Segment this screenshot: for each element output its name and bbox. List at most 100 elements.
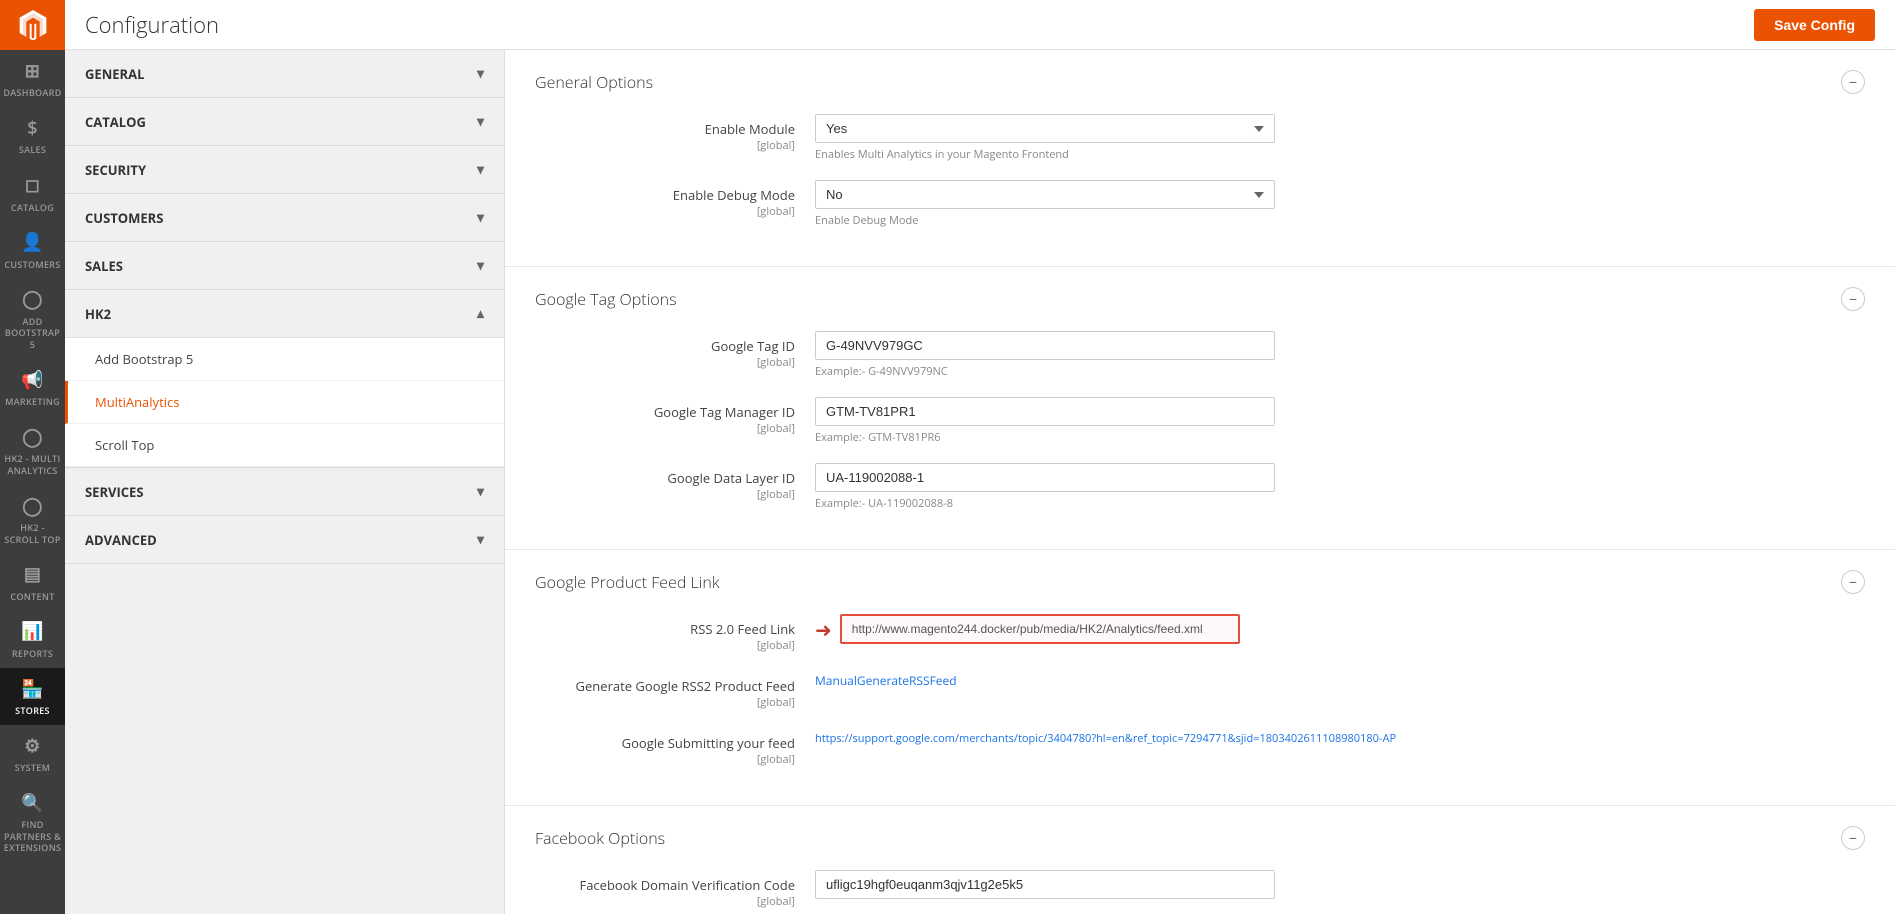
input-gtm-id[interactable] <box>815 397 1275 426</box>
sidebar-item-content[interactable]: ▤ CONTENT <box>0 553 65 610</box>
control-col-generate-rss: ManualGenerateRSSFeed <box>815 671 1865 689</box>
form-row-enable-module: Enable Module [global] Yes No Enables Mu… <box>535 114 1865 162</box>
accordion-header-advanced[interactable]: ADVANCED ▾ <box>65 516 504 563</box>
section-collapse-google-feed[interactable]: − <box>1841 570 1865 594</box>
section-title-google-feed: Google Product Feed Link <box>535 571 720 593</box>
sidebar-item-system[interactable]: ⚙ SYSTEM <box>0 725 65 782</box>
sub-label-enable-module: [global] <box>535 138 795 153</box>
form-row-gtm-id: Google Tag Manager ID [global] Example:-… <box>535 397 1865 445</box>
label-col-enable-debug: Enable Debug Mode [global] <box>535 180 815 219</box>
label-gtm-id: Google Tag Manager ID <box>654 403 795 421</box>
save-config-button[interactable]: Save Config <box>1754 9 1875 41</box>
sidebar-item-hk2-multi[interactable]: ◯ HK2 - MULTI ANALYTICS <box>0 416 65 485</box>
content-area: GENERAL ▾ CATALOG ▾ SECURITY ▾ <box>65 50 1895 914</box>
form-row-fb-domain: Facebook Domain Verification Code [globa… <box>535 870 1865 909</box>
accordion-label-services: SERVICES <box>85 483 144 501</box>
section-header-general: General Options − <box>535 70 1865 94</box>
input-rss-feed-link[interactable] <box>840 614 1240 644</box>
link-generate-rss[interactable]: ManualGenerateRSSFeed <box>815 672 957 689</box>
sidebar-item-reports[interactable]: 📊 REPORTS <box>0 610 65 667</box>
control-col-google-tag-id: Example:- G-49NVV979NC <box>815 331 1865 379</box>
sidebar-item-sales[interactable]: $ SALES <box>0 107 65 164</box>
sidebar-item-add-bootstrap[interactable]: ◯ ADD BOOTSTRAP 5 <box>0 278 65 358</box>
label-col-gtm-id: Google Tag Manager ID [global] <box>535 397 815 436</box>
section-header-google-feed: Google Product Feed Link − <box>535 570 1865 594</box>
sub-label-google-submit: [global] <box>535 752 795 767</box>
label-col-rss-feed: RSS 2.0 Feed Link [global] <box>535 614 815 653</box>
sidebar-sub-item-add-bootstrap[interactable]: Add Bootstrap 5 <box>65 338 504 381</box>
chevron-down-icon: ▾ <box>477 160 484 179</box>
section-header-google-tag: Google Tag Options − <box>535 287 1865 311</box>
label-col-generate-rss: Generate Google RSS2 Product Feed [globa… <box>535 671 815 710</box>
sidebar: ⊞ DASHBOARD $ SALES ◻ CATALOG 👤 CUSTOMER… <box>0 0 65 914</box>
sub-label-generate-rss: [global] <box>535 695 795 710</box>
section-collapse-general[interactable]: − <box>1841 70 1865 94</box>
select-enable-debug[interactable]: No Yes <box>815 180 1275 209</box>
content-icon: ▤ <box>24 563 41 586</box>
left-panel: GENERAL ▾ CATALOG ▾ SECURITY ▾ <box>65 50 505 914</box>
accordion-header-customers[interactable]: CUSTOMERS ▾ <box>65 194 504 241</box>
label-col-enable-module: Enable Module [global] <box>535 114 815 153</box>
sidebar-item-stores[interactable]: 🏪 STORES <box>0 668 65 725</box>
sidebar-item-hk2-scroll[interactable]: ◯ HK2 - SCROLL TOP <box>0 485 65 554</box>
accordion-label-security: SECURITY <box>85 161 146 179</box>
label-rss-feed: RSS 2.0 Feed Link <box>690 620 795 638</box>
accordion-hk2: HK2 ▴ Add Bootstrap 5 MultiAnalytics Scr… <box>65 290 504 468</box>
input-google-tag-id[interactable] <box>815 331 1275 360</box>
sidebar-sub-item-multianalytics[interactable]: MultiAnalytics <box>65 381 504 424</box>
control-col-enable-module: Yes No Enables Multi Analytics in your M… <box>815 114 1865 162</box>
hint-data-layer-id: Example:- UA-119002088-8 <box>815 496 1865 511</box>
control-col-enable-debug: No Yes Enable Debug Mode <box>815 180 1865 228</box>
sales-icon: $ <box>27 117 38 140</box>
input-fb-domain[interactable] <box>815 870 1275 899</box>
sidebar-item-catalog[interactable]: ◻ CATALOG <box>0 164 65 221</box>
section-collapse-google-tag[interactable]: − <box>1841 287 1865 311</box>
accordion-customers: CUSTOMERS ▾ <box>65 194 504 242</box>
sidebar-item-find-partners[interactable]: 🔍 FIND PARTNERS & EXTENSIONS <box>0 782 65 862</box>
accordion-label-catalog: CATALOG <box>85 113 146 131</box>
sidebar-item-dashboard[interactable]: ⊞ DASHBOARD <box>0 50 65 107</box>
feed-link-box: ➜ <box>815 614 1865 644</box>
form-row-google-tag-id: Google Tag ID [global] Example:- G-49NVV… <box>535 331 1865 379</box>
accordion-label-hk2: HK2 <box>85 305 111 323</box>
section-google-tag-options: Google Tag Options − Google Tag ID [glob… <box>505 267 1895 550</box>
main-wrapper: Configuration Save Config GENERAL ▾ CATA… <box>65 0 1895 914</box>
form-row-google-submit: Google Submitting your feed [global] htt… <box>535 728 1865 767</box>
accordion-services: SERVICES ▾ <box>65 468 504 516</box>
sub-label-fb-domain: [global] <box>535 894 795 909</box>
label-google-tag-id: Google Tag ID <box>711 337 795 355</box>
hint-google-tag-id: Example:- G-49NVV979NC <box>815 364 1865 379</box>
input-data-layer-id[interactable] <box>815 463 1275 492</box>
stores-icon: 🏪 <box>21 678 44 701</box>
sidebar-sub-item-scroll-top[interactable]: Scroll Top <box>65 424 504 467</box>
form-row-rss-feed: RSS 2.0 Feed Link [global] ➜ <box>535 614 1865 653</box>
accordion-header-security[interactable]: SECURITY ▾ <box>65 146 504 193</box>
sidebar-item-customers[interactable]: 👤 CUSTOMERS <box>0 221 65 278</box>
system-icon: ⚙ <box>24 735 40 758</box>
topbar: Configuration Save Config <box>65 0 1895 50</box>
label-col-data-layer-id: Google Data Layer ID [global] <box>535 463 815 502</box>
accordion-sub-hk2: Add Bootstrap 5 MultiAnalytics Scroll To… <box>65 337 504 467</box>
section-title-facebook: Facebook Options <box>535 827 665 849</box>
right-panel: General Options − Enable Module [global]… <box>505 50 1895 914</box>
accordion-header-services[interactable]: SERVICES ▾ <box>65 468 504 515</box>
accordion-header-general[interactable]: GENERAL ▾ <box>65 50 504 97</box>
chevron-down-icon: ▾ <box>477 256 484 275</box>
chevron-down-icon: ▾ <box>477 208 484 227</box>
reports-icon: 📊 <box>21 620 44 643</box>
chevron-down-icon: ▾ <box>477 64 484 83</box>
sidebar-item-marketing[interactable]: 📢 MARKETING <box>0 359 65 416</box>
section-general-options: General Options − Enable Module [global]… <box>505 50 1895 267</box>
section-collapse-facebook[interactable]: − <box>1841 826 1865 850</box>
form-row-data-layer-id: Google Data Layer ID [global] Example:- … <box>535 463 1865 511</box>
accordion-header-catalog[interactable]: CATALOG ▾ <box>65 98 504 145</box>
accordion-label-general: GENERAL <box>85 65 144 83</box>
link-google-submit[interactable]: https://support.google.com/merchants/top… <box>815 731 1396 746</box>
form-row-enable-debug: Enable Debug Mode [global] No Yes Enable… <box>535 180 1865 228</box>
label-fb-domain: Facebook Domain Verification Code <box>579 876 795 894</box>
hk2-scroll-icon: ◯ <box>22 495 42 518</box>
accordion-header-hk2[interactable]: HK2 ▴ <box>65 290 504 337</box>
accordion-header-sales[interactable]: SALES ▾ <box>65 242 504 289</box>
select-enable-module[interactable]: Yes No <box>815 114 1275 143</box>
sub-label-gtm-id: [global] <box>535 421 795 436</box>
